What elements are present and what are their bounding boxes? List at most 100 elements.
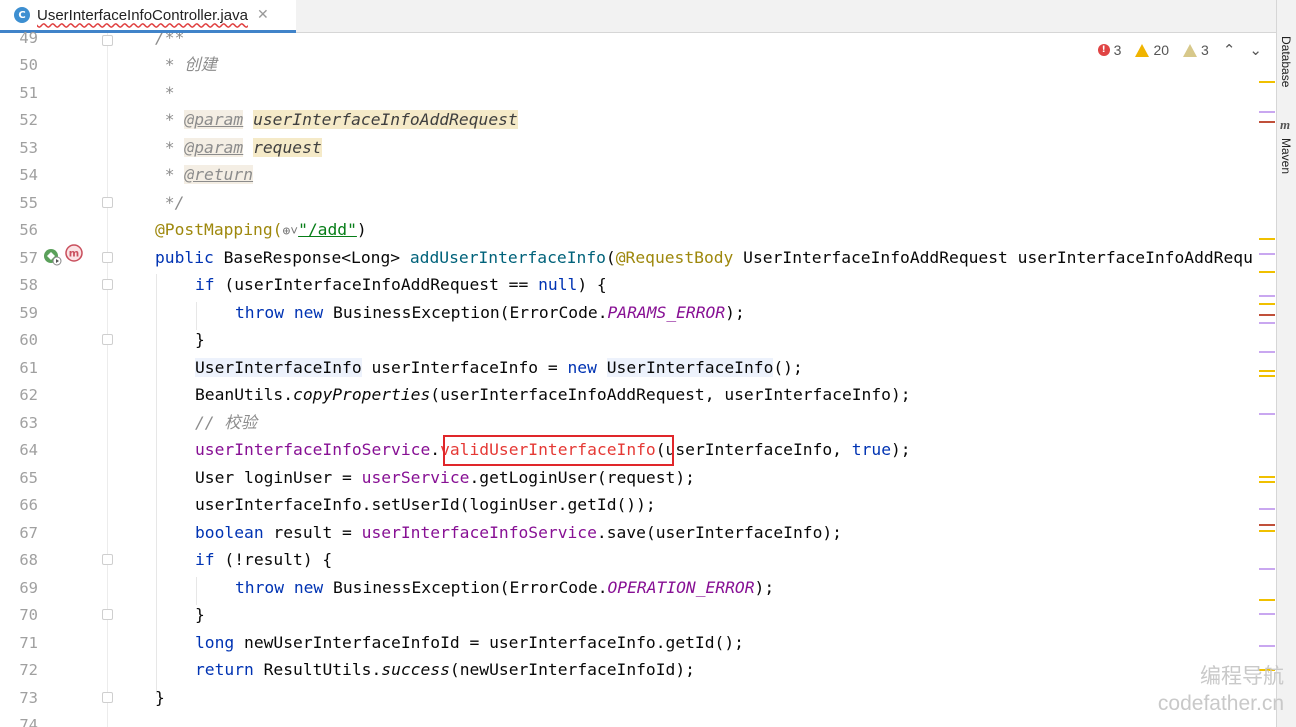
code-line: } xyxy=(195,605,205,624)
stripe-marker[interactable] xyxy=(1259,413,1275,415)
line-number: 73 xyxy=(19,689,38,707)
code-text: BusinessException(ErrorCode. xyxy=(323,578,608,597)
line-number: 50 xyxy=(19,56,38,74)
stripe-marker[interactable] xyxy=(1259,303,1275,305)
previous-highlight-button[interactable]: ⌃ xyxy=(1223,41,1236,59)
keyword: boolean xyxy=(195,523,264,542)
field-ref: userInterfaceInfoService xyxy=(361,523,597,542)
inspection-widget[interactable]: ! 3 20 3 ⌃ ⌄ xyxy=(1097,41,1262,59)
code-text: (userInterfaceInfo, xyxy=(655,440,852,459)
stripe-marker[interactable] xyxy=(1259,253,1275,255)
stripe-marker[interactable] xyxy=(1259,314,1275,316)
stripe-marker[interactable] xyxy=(1259,370,1275,372)
code-line: * 创建 xyxy=(155,55,217,74)
stripe-marker[interactable] xyxy=(1259,121,1275,123)
code-editor[interactable]: /** * 创建 * * @param userInterfaceInfoAdd… xyxy=(108,33,1276,727)
stripe-marker[interactable] xyxy=(1259,375,1275,377)
stripe-marker[interactable] xyxy=(1259,271,1275,273)
line-number: 65 xyxy=(19,469,38,487)
tab-usercontroller[interactable]: C UserInterfaceInfoController.java ✕ xyxy=(0,0,296,33)
stripe-marker[interactable] xyxy=(1259,645,1275,647)
code-text: ) { xyxy=(577,275,607,294)
method-name: addUserInterfaceInfo xyxy=(409,248,606,267)
line-number: 53 xyxy=(19,139,38,157)
code-line: @PostMapping(⊕˅"/add") xyxy=(155,219,367,241)
mapping-icon[interactable]: m xyxy=(64,244,84,264)
stripe-marker[interactable] xyxy=(1259,238,1275,240)
error-icon: ! xyxy=(1097,44,1110,56)
stripe-marker[interactable] xyxy=(1259,81,1275,83)
line-number: 62 xyxy=(19,386,38,404)
stripe-marker[interactable] xyxy=(1259,111,1275,113)
database-tab[interactable]: Database xyxy=(1279,36,1293,87)
keyword: throw new xyxy=(235,578,324,597)
globe-icon[interactable]: ⊕˅ xyxy=(282,224,298,239)
code-text: BusinessException(ErrorCode. xyxy=(323,303,608,322)
stripe-marker[interactable] xyxy=(1259,481,1275,483)
code-text: newUserInterfaceInfoId = userInterfaceIn… xyxy=(234,633,744,652)
code-text: (!result) { xyxy=(214,550,333,569)
javadoc-tag: @param xyxy=(184,110,244,129)
stripe-marker[interactable] xyxy=(1259,599,1275,601)
warning-count[interactable]: 20 xyxy=(1135,42,1169,58)
stripe-marker[interactable] xyxy=(1259,322,1275,324)
code-text: BaseResponse<Long> xyxy=(213,248,410,267)
code-line: * @param request xyxy=(155,137,322,159)
code-text: BeanUtils. xyxy=(195,385,294,404)
line-number: 74 xyxy=(19,716,38,727)
keyword: long xyxy=(195,633,235,652)
code-text: User loginUser = xyxy=(195,468,362,487)
line-number: 60 xyxy=(19,331,38,349)
keyword: true xyxy=(851,440,891,459)
java-class-icon: C xyxy=(14,7,30,23)
code-line: // 校验 xyxy=(195,413,257,432)
error-highlight-box xyxy=(443,435,674,466)
keyword: public xyxy=(155,248,214,267)
code-line: } xyxy=(155,688,165,707)
code-text: (userInterfaceInfoAddRequest, userInterf… xyxy=(430,385,911,404)
comment-text: * xyxy=(155,110,185,129)
line-number: 52 xyxy=(19,111,38,129)
stripe-marker[interactable] xyxy=(1259,530,1275,532)
keyword: return xyxy=(195,660,254,679)
weak-warning-count[interactable]: 3 xyxy=(1183,42,1209,58)
code-text: (); xyxy=(773,358,803,377)
line-number: 66 xyxy=(19,496,38,514)
string-literal: "/add" xyxy=(298,220,357,239)
maven-icon: m xyxy=(1280,117,1291,132)
line-number: 56 xyxy=(19,221,38,239)
line-number: 57 xyxy=(19,249,38,267)
code-text: result = xyxy=(263,523,362,542)
code-line: if (userInterfaceInfoAddRequest == null)… xyxy=(195,274,607,296)
line-number-gutter: 49 50 51 52 53 54 55 56 57 58 59 60 61 6… xyxy=(0,29,113,727)
close-icon[interactable]: ✕ xyxy=(257,7,269,23)
annotation: @PostMapping( xyxy=(155,220,283,239)
stripe-marker[interactable] xyxy=(1259,524,1275,526)
line-number: 49 xyxy=(19,29,38,47)
maven-tab[interactable]: Maven xyxy=(1279,138,1293,174)
code-line: throw new BusinessException(ErrorCode.OP… xyxy=(235,577,774,599)
stripe-marker[interactable] xyxy=(1259,508,1275,510)
code-line: userInterfaceInfo.setUserId(loginUser.ge… xyxy=(195,495,656,514)
type-name: UserInterfaceInfo xyxy=(606,358,774,377)
code-text: ); xyxy=(725,303,745,322)
stripe-marker[interactable] xyxy=(1259,613,1275,615)
field-ref: userService xyxy=(361,468,470,487)
watermark: 编程导航 codefather.cn xyxy=(1158,660,1284,716)
keyword: throw new xyxy=(235,303,324,322)
stripe-marker[interactable] xyxy=(1259,476,1275,478)
stripe-marker[interactable] xyxy=(1259,295,1275,297)
error-count[interactable]: ! 3 xyxy=(1097,42,1121,58)
code-line: if (!result) { xyxy=(195,549,332,571)
watermark-title: 编程导航 xyxy=(1200,665,1284,688)
comment-text: * xyxy=(155,165,185,184)
annotation: @RequestBody xyxy=(615,248,734,267)
stripe-marker[interactable] xyxy=(1259,568,1275,570)
line-number: 67 xyxy=(19,524,38,542)
code-line: boolean result = userInterfaceInfoServic… xyxy=(195,522,842,544)
error-stripe[interactable] xyxy=(1258,33,1276,727)
run-bean-icon[interactable] xyxy=(42,247,64,267)
line-number: 61 xyxy=(19,359,38,377)
constant: OPERATION_ERROR xyxy=(607,578,755,597)
stripe-marker[interactable] xyxy=(1259,351,1275,353)
